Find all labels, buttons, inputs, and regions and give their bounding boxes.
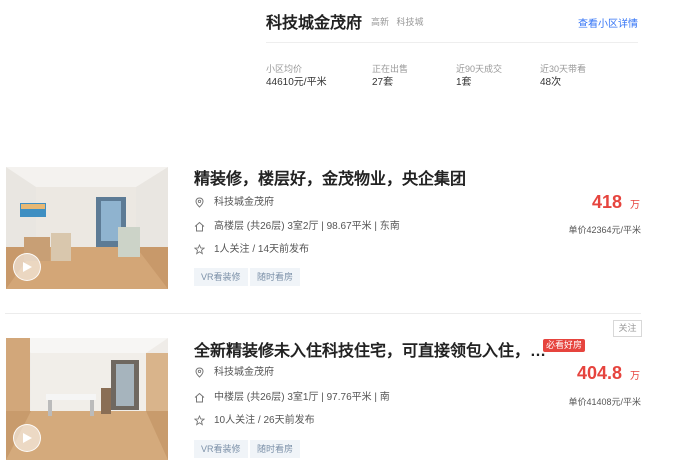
follow-text: 1人关注 / 14天前发布 xyxy=(214,244,310,255)
house-icon xyxy=(194,221,205,232)
stat-label: 近90天成交 xyxy=(456,64,503,74)
vr-play-icon[interactable] xyxy=(13,253,41,281)
star-icon xyxy=(194,415,205,426)
location-pin-icon xyxy=(195,197,204,208)
community-detail-link[interactable]: 查看小区详情 xyxy=(578,15,638,30)
stat-value: 27套 xyxy=(372,77,394,88)
price-unit: 万 xyxy=(630,200,640,211)
stat-label: 正在出售 xyxy=(372,64,409,74)
listing-title[interactable]: 精装修，楼层好，金茂物业，央企集团 xyxy=(194,165,466,189)
header-divider xyxy=(266,42,638,43)
community-name[interactable]: 科技城金茂府 xyxy=(266,9,362,33)
listing-card[interactable]: 精装修，楼层好，金茂物业，央企集团 科技城金茂府 高楼层 (共26层) 3室2厅… xyxy=(0,165,698,315)
community-link[interactable]: 科技城金茂府 xyxy=(214,366,274,380)
total-price: 418 万 xyxy=(592,192,640,213)
unit-price: 单价41408元/平米 xyxy=(568,397,641,407)
stat-label: 近30天带看 xyxy=(540,64,587,74)
layout-text: 高楼层 (共26层) 3室2厅 | 98.67平米 | 东南 xyxy=(214,221,400,232)
listing-thumbnail[interactable] xyxy=(6,338,168,460)
price-value: 418 xyxy=(591,192,622,212)
community-tags: 高新 科技城 xyxy=(371,15,429,28)
stat-30day-viewings: 近30天带看 48次 xyxy=(540,64,586,90)
tag-vr: VR看装修 xyxy=(194,268,248,286)
stat-label: 小区均价 xyxy=(266,64,303,74)
listing-thumbnail[interactable] xyxy=(6,167,168,289)
layout-text: 中楼层 (共26层) 3室1厅 | 97.76平米 | 南 xyxy=(214,392,390,403)
must-see-badge: 必看好房 xyxy=(543,339,586,352)
unit-price: 单价42364元/平米 xyxy=(568,225,641,235)
stat-value: 1套 xyxy=(456,77,472,88)
tag-anytime-viewing: 随时看房 xyxy=(250,440,301,458)
community-tag: 科技城 xyxy=(396,17,424,27)
vr-play-icon[interactable] xyxy=(13,424,41,452)
community-header: 科技城金茂府 高新 科技城 查看小区详情 小区均价 44610元/平米 正在出售… xyxy=(266,0,641,120)
stat-value: 44610元/平米 xyxy=(266,77,327,88)
location-pin-icon xyxy=(195,367,204,378)
stat-on-sale: 正在出售 27套 xyxy=(372,64,408,90)
total-price: 404.8 万 xyxy=(577,363,640,384)
star-icon xyxy=(194,244,205,255)
house-icon xyxy=(194,392,205,403)
price-unit: 万 xyxy=(630,371,640,382)
follow-button[interactable]: 关注 xyxy=(613,320,642,337)
tag-anytime-viewing: 随时看房 xyxy=(250,268,301,286)
stat-value: 48次 xyxy=(540,77,562,88)
listing-card[interactable]: 关注 全新精装修未入住科技住宅，可直接领包入住，… 必看好房 科技城金茂府 中楼… xyxy=(0,313,698,463)
price-value: 404.8 xyxy=(576,363,622,383)
follow-text: 10人关注 / 26天前发布 xyxy=(214,415,315,426)
listing-title[interactable]: 全新精装修未入住科技住宅，可直接领包入住，… xyxy=(194,337,546,361)
stat-avg-price: 小区均价 44610元/平米 xyxy=(266,64,327,90)
stat-90day-deals: 近90天成交 1套 xyxy=(456,64,502,90)
tag-vr: VR看装修 xyxy=(194,440,248,458)
community-link[interactable]: 科技城金茂府 xyxy=(214,196,274,210)
community-tag: 高新 xyxy=(371,17,390,27)
